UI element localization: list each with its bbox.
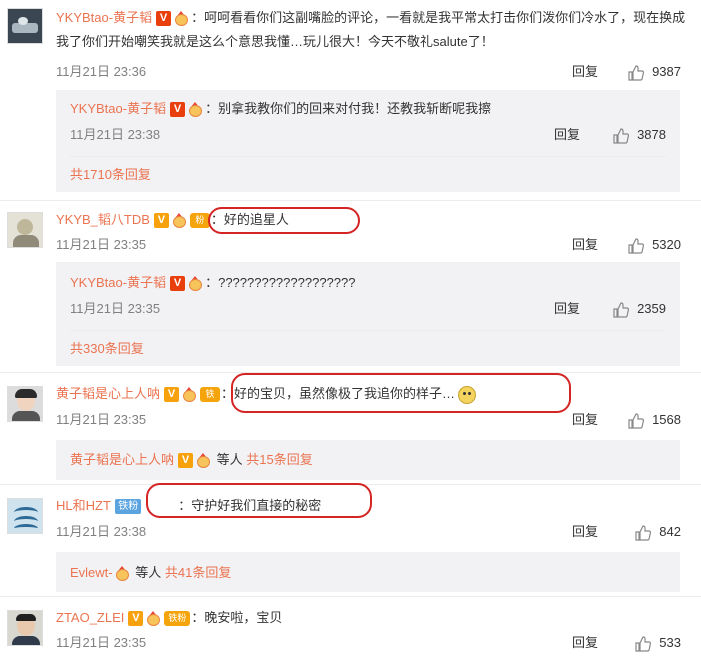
like-button[interactable]: 2359	[613, 298, 666, 320]
avatar[interactable]	[7, 610, 43, 646]
comment-text: ：好的宝贝，虽然像极了我追你的样子…	[221, 386, 456, 401]
timestamp: 11月21日 23:38	[70, 127, 161, 142]
crown-icon	[181, 387, 198, 403]
like-button[interactable]: 3878	[613, 124, 666, 146]
username[interactable]: Evlewt-	[70, 565, 113, 580]
like-count: 2359	[637, 301, 666, 316]
thumbs-up-icon	[628, 64, 645, 81]
comment-text: ：守护好我们直接的秘密	[178, 498, 322, 513]
sub-reply-box: YKYBtao-黄子韬 V ：??????????????????? 11月21日 …	[56, 262, 680, 366]
more-replies-link[interactable]: 共15条回复	[246, 452, 312, 467]
username[interactable]: YKYBtao-黄子韬	[70, 275, 166, 290]
fan-badge: 粉	[189, 213, 210, 229]
timestamp: 11月21日 23:35	[56, 237, 147, 252]
username[interactable]: YKYBtao-黄子韬	[56, 10, 152, 25]
more-replies-link[interactable]: 共330条回复	[70, 341, 144, 356]
like-count: 533	[659, 635, 681, 650]
username[interactable]: HL和HZT	[56, 498, 111, 513]
username[interactable]: YKYBtao-黄子韬	[70, 101, 166, 116]
reply-button[interactable]: 回复	[572, 235, 598, 255]
crown-icon	[195, 453, 212, 469]
reply-button[interactable]: 回复	[572, 62, 598, 82]
timestamp: 11月21日 23:35	[70, 301, 161, 316]
doge-emoji-icon	[458, 385, 477, 404]
thumbs-up-icon	[628, 412, 645, 429]
like-button[interactable]: 9387	[628, 62, 681, 82]
thumbs-up-icon	[635, 635, 652, 652]
timestamp: 11月21日 23:35	[56, 412, 147, 427]
sub-reply-box: 黄子韬是心上人呐 V 等人 共15条回复	[56, 440, 680, 480]
reply-button[interactable]: 回复	[554, 298, 580, 320]
like-button[interactable]: 1568	[628, 410, 681, 430]
timestamp: 11月21日 23:36	[56, 64, 147, 79]
more-replies-link[interactable]: 共41条回复	[165, 565, 231, 580]
comment-text: ：晚安啦，宝贝	[191, 610, 283, 625]
reply-button[interactable]: 回复	[572, 410, 598, 430]
timestamp: 11月21日 23:35	[56, 635, 147, 650]
avatar[interactable]	[7, 8, 43, 44]
reply-button[interactable]: 回复	[554, 124, 580, 146]
like-count: 9387	[652, 64, 681, 79]
like-button[interactable]: 5320	[628, 235, 681, 255]
others-text: 等人	[216, 452, 243, 467]
like-count: 3878	[637, 127, 666, 142]
like-count: 842	[659, 524, 681, 539]
comment-text: ：好的追星人	[210, 212, 289, 227]
crown-icon	[171, 213, 188, 229]
crown-icon	[187, 102, 204, 118]
avatar[interactable]	[7, 212, 43, 248]
verified-icon: V	[170, 276, 186, 292]
reply-text: ：别拿我教你们的回来对付我！还教我斩断呢我擦	[205, 101, 492, 116]
fan-badge: 铁粉	[115, 499, 142, 515]
more-replies-link[interactable]: 共1710条回复	[70, 167, 151, 182]
reply-text: ：???????????????????	[205, 275, 356, 290]
username[interactable]: ZTAO_ZLEI	[56, 610, 124, 625]
reply-button[interactable]: 回复	[572, 522, 598, 542]
avatar[interactable]	[7, 386, 43, 422]
crown-icon	[187, 276, 204, 292]
verified-icon: V	[164, 387, 180, 403]
username[interactable]: YKYB_韬八TDB	[56, 212, 150, 227]
like-count: 5320	[652, 237, 681, 252]
like-button[interactable]: 842	[635, 522, 681, 542]
sub-reply-box: YKYBtao-黄子韬 V ：别拿我教你们的回来对付我！还教我斩断呢我擦 11月21…	[56, 90, 680, 192]
username[interactable]: 黄子韬是心上人呐	[56, 386, 160, 401]
thumbs-up-icon	[613, 301, 630, 318]
verified-icon: V	[170, 102, 186, 118]
verified-icon: V	[153, 213, 169, 229]
timestamp: 11月21日 23:38	[56, 524, 147, 539]
username[interactable]: 黄子韬是心上人呐	[70, 452, 174, 467]
like-count: 1568	[652, 412, 681, 427]
avatar[interactable]	[7, 498, 43, 534]
fan-badge: 铁粉	[164, 611, 191, 627]
crown-icon	[145, 611, 162, 627]
reply-button[interactable]: 回复	[572, 633, 598, 653]
thumbs-up-icon	[613, 127, 630, 144]
fan-badge: 铁	[200, 387, 221, 403]
crown-icon	[173, 11, 190, 27]
verified-icon: V	[128, 611, 144, 627]
verified-icon: V	[178, 453, 194, 469]
thumbs-up-icon	[628, 237, 645, 254]
verified-icon: V	[156, 11, 172, 27]
thumbs-up-icon	[635, 524, 652, 541]
sub-reply-box: Evlewt- 等人 共41条回复	[56, 552, 680, 592]
like-button[interactable]: 533	[635, 633, 681, 653]
others-text: 等人	[135, 565, 162, 580]
crown-icon	[114, 566, 131, 582]
